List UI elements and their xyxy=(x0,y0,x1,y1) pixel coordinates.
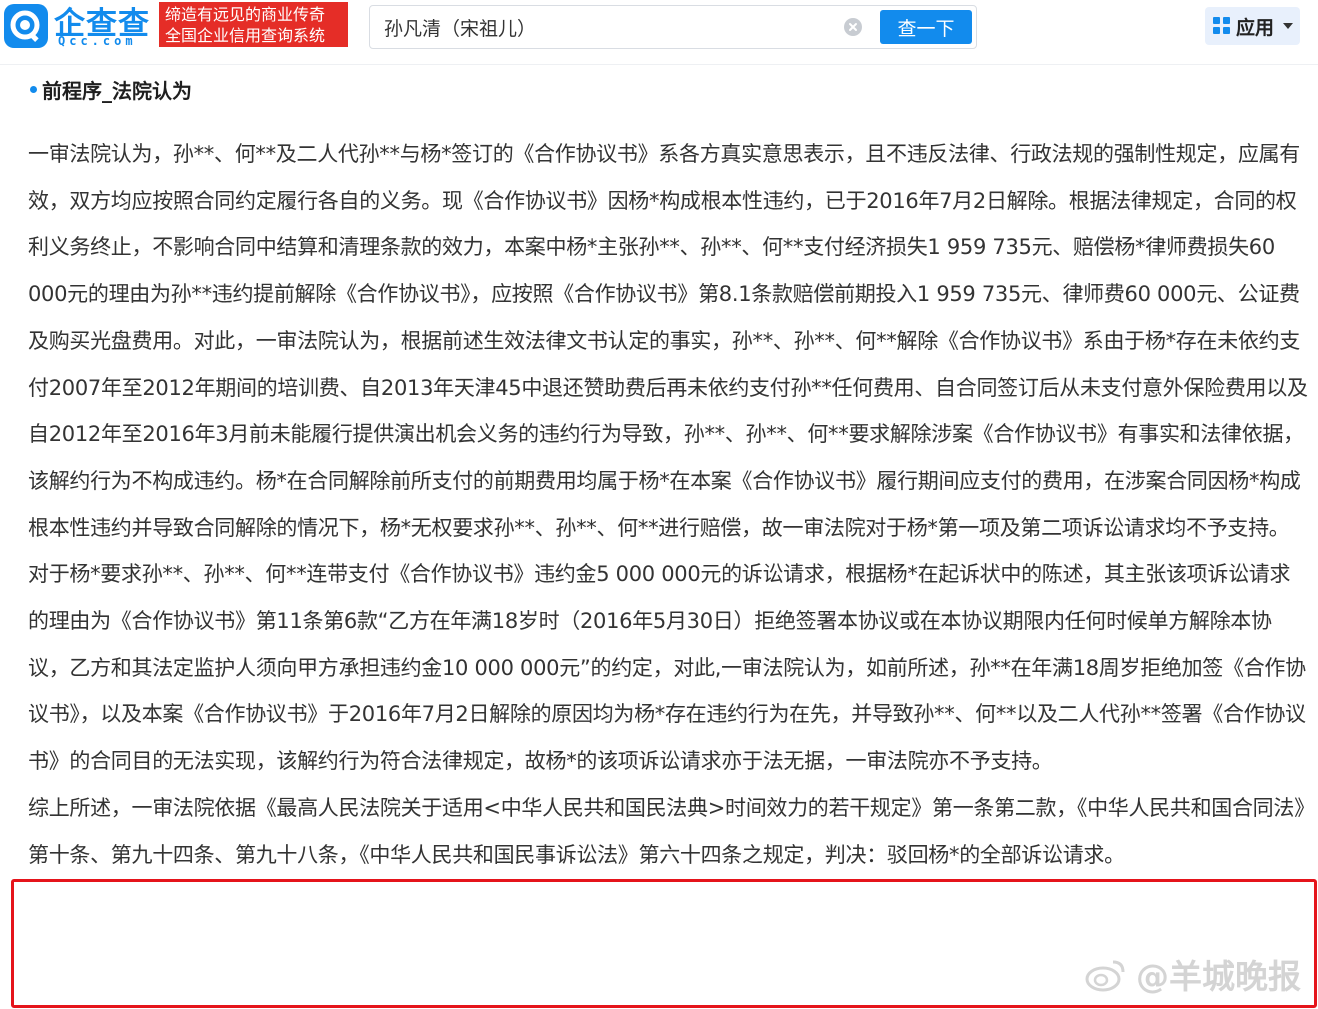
section-bullet-icon xyxy=(30,86,37,93)
paragraph-2: 对于杨*要求孙**、孙**、何**连带支付《合作协议书》违约金5 000 000… xyxy=(28,562,1306,774)
top-header: 企查查 Qcc.com 缔造有远见的商业传奇 全国企业信用查询系统 查一下 应用 xyxy=(0,0,1318,65)
apps-label: 应用 xyxy=(1236,17,1275,39)
search-input[interactable] xyxy=(384,6,824,48)
apps-menu-button[interactable]: 应用 xyxy=(1205,7,1300,45)
slogan-line-2: 全国企业信用查询系统 xyxy=(165,26,326,45)
paragraph-1: 一审法院认为，孙**、何**及二人代孙**与杨*签订的《合作协议书》系各方真实意… xyxy=(28,142,1308,540)
weibo-icon xyxy=(1085,960,1125,992)
slogan-banner: 缔造有远见的商业传奇 全国企业信用查询系统 xyxy=(159,2,348,47)
slogan-line-1: 缔造有远见的商业传奇 xyxy=(165,5,326,24)
watermark: @羊城晚报 xyxy=(1136,957,1301,996)
paragraph-3: 综上所述，一审法院依据《最高人民法院关于适用<中华人民共和国民法典>时间效力的若… xyxy=(28,795,1305,867)
search-button[interactable]: 查一下 xyxy=(880,10,972,44)
clear-icon[interactable] xyxy=(844,18,862,36)
court-opinion-text: 一审法院认为，孙**、何**及二人代孙**与杨*签订的《合作协议书》系各方真实意… xyxy=(28,131,1308,878)
qcc-logo-icon[interactable] xyxy=(4,4,48,48)
logo-domain: Qcc.com xyxy=(58,34,137,48)
chevron-down-icon xyxy=(1283,23,1293,29)
search-box: 查一下 xyxy=(369,5,977,49)
apps-grid-icon xyxy=(1213,17,1230,34)
section-title: 前程序_法院认为 xyxy=(42,79,192,103)
